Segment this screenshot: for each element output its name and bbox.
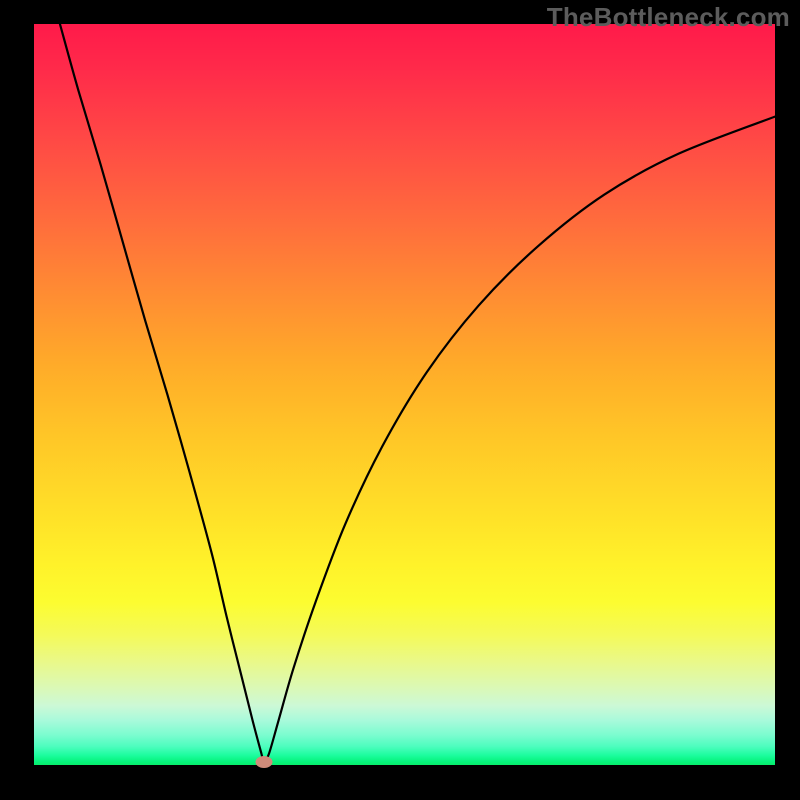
bottleneck-curve: [34, 24, 775, 765]
chart-plot-area: [34, 24, 775, 765]
optimum-marker: [255, 756, 272, 768]
watermark-text: TheBottleneck.com: [547, 2, 790, 33]
